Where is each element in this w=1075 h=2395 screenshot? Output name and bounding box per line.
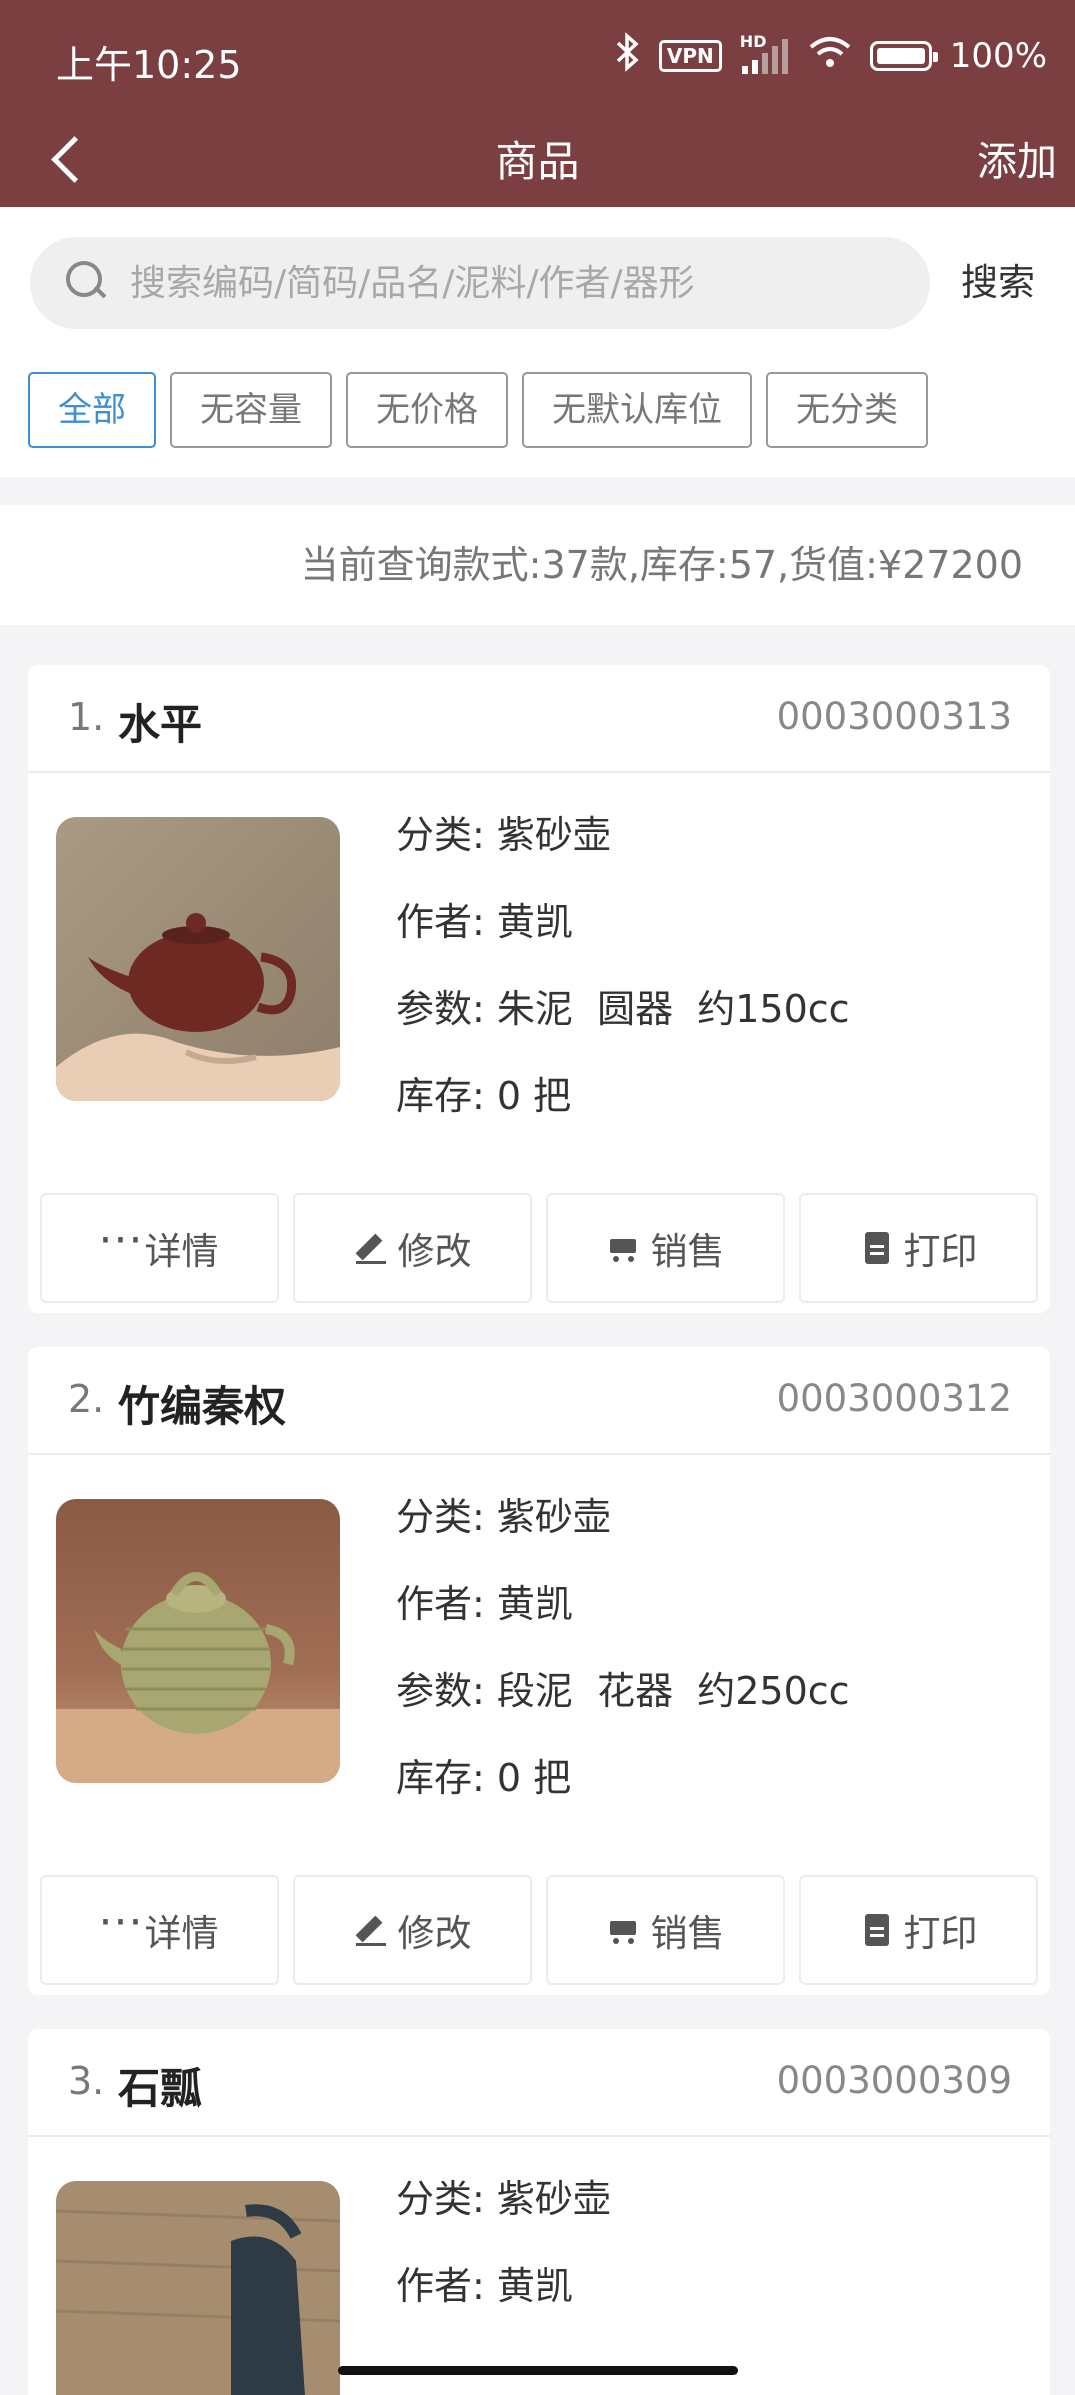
cart-icon — [607, 1231, 641, 1265]
sell-button[interactable]: 销售 — [546, 1875, 785, 1985]
product-name: 竹编秦权 — [118, 1382, 287, 1431]
search-input[interactable] — [130, 237, 920, 329]
product-info: 分类: 紫砂壶 作者: 黄凯 参数: 朱泥 圆器 约150cc 库存: 0 把 — [396, 805, 850, 1153]
battery-level: 100% — [949, 36, 1047, 76]
edit-button[interactable]: 修改 — [293, 1193, 532, 1303]
page-title: 商品 — [495, 137, 580, 186]
print-button[interactable]: 打印 — [799, 1875, 1038, 1985]
product-card[interactable]: 3. 石瓢 0003000309 分类: 紫砂壶 作者: 黄凯 — [28, 2029, 1050, 2395]
card-header: 3. 石瓢 0003000309 — [28, 2029, 1050, 2137]
product-code: 0003000312 — [776, 1377, 1012, 1420]
details-button[interactable]: 详情 — [40, 1875, 279, 1985]
info-category: 分类: 紫砂壶 — [396, 813, 611, 857]
sell-button[interactable]: 销售 — [546, 1193, 785, 1303]
filter-no-category[interactable]: 无分类 — [766, 372, 928, 448]
product-index: 2. — [68, 1377, 105, 1421]
add-button[interactable]: 添加 — [977, 131, 1057, 193]
info-author: 作者: 黄凯 — [396, 900, 573, 944]
more-dots-icon — [99, 1897, 144, 1948]
details-button[interactable]: 详情 — [40, 1193, 279, 1303]
product-name: 石瓢 — [118, 2064, 203, 2113]
info-params: 参数: 朱泥 圆器 约150cc — [396, 987, 850, 1031]
product-index: 3. — [68, 2059, 105, 2103]
search-area: 搜索 全部 无容量 无价格 无默认库位 无分类 — [0, 207, 1075, 477]
vpn-icon: VPN — [658, 40, 722, 72]
search-button[interactable]: 搜索 — [961, 255, 1035, 311]
product-card[interactable]: 1. 水平 0003000313 分类: 紫砂壶 作者: 黄凯 参数: 朱泥 圆… — [28, 665, 1050, 1313]
signal-icon: HD — [740, 32, 790, 76]
card-header: 1. 水平 0003000313 — [28, 665, 1050, 773]
more-dots-icon — [99, 1215, 144, 1266]
product-image[interactable] — [56, 1499, 340, 1783]
status-icons: VPN HD 100% — [615, 31, 1047, 81]
product-info: 分类: 紫砂壶 作者: 黄凯 — [396, 2169, 611, 2343]
wifi-icon — [808, 34, 852, 79]
search-box — [30, 237, 930, 329]
filter-no-price[interactable]: 无价格 — [346, 372, 508, 448]
summary-bar: 当前查询款式:37款,库存:57,货值:¥27200 — [0, 505, 1075, 625]
print-button[interactable]: 打印 — [799, 1193, 1038, 1303]
product-code: 0003000309 — [776, 2059, 1012, 2102]
query-summary: 当前查询款式:37款,库存:57,货值:¥27200 — [300, 543, 1023, 587]
app-header: 上午10:25 VPN HD 100% 商品 添加 — [0, 0, 1075, 207]
product-info: 分类: 紫砂壶 作者: 黄凯 参数: 段泥 花器 约250cc 库存: 0 把 — [396, 1487, 850, 1835]
bluetooth-icon — [615, 31, 641, 81]
cart-icon — [607, 1913, 641, 1947]
card-actions: 详情 修改 销售 打印 — [40, 1875, 1038, 1985]
status-bar: 上午10:25 VPN HD 100% — [0, 0, 1075, 115]
document-icon — [860, 1231, 894, 1265]
filter-chips: 全部 无容量 无价格 无默认库位 无分类 — [28, 372, 928, 448]
filter-no-default-location[interactable]: 无默认库位 — [522, 372, 752, 448]
info-params: 参数: 段泥 花器 约250cc — [396, 1669, 850, 1713]
product-image[interactable] — [56, 2181, 340, 2395]
search-icon — [66, 261, 106, 301]
home-indicator — [338, 2366, 738, 2375]
product-name: 水平 — [118, 700, 203, 749]
card-actions: 详情 修改 销售 打印 — [40, 1193, 1038, 1303]
product-card[interactable]: 2. 竹编秦权 0003000312 分类: 紫砂壶 作者: 黄凯 参数: 段泥… — [28, 1347, 1050, 1995]
document-icon — [860, 1913, 894, 1947]
filter-no-capacity[interactable]: 无容量 — [170, 372, 332, 448]
battery-icon — [869, 41, 938, 71]
nav-bar: 商品 添加 — [0, 115, 1075, 207]
info-category: 分类: 紫砂壶 — [396, 1495, 611, 1539]
product-image[interactable] — [56, 817, 340, 1101]
info-stock: 库存: 0 把 — [396, 1756, 572, 1800]
pencil-icon — [354, 1231, 388, 1265]
info-stock: 库存: 0 把 — [396, 1074, 572, 1118]
info-author: 作者: 黄凯 — [396, 1582, 573, 1626]
info-category: 分类: 紫砂壶 — [396, 2177, 611, 2221]
pencil-icon — [354, 1913, 388, 1947]
product-index: 1. — [68, 695, 105, 739]
status-time: 上午10:25 — [56, 43, 242, 87]
filter-all[interactable]: 全部 — [28, 372, 156, 448]
info-author: 作者: 黄凯 — [396, 2264, 573, 2308]
product-code: 0003000313 — [776, 695, 1012, 738]
card-header: 2. 竹编秦权 0003000312 — [28, 1347, 1050, 1455]
edit-button[interactable]: 修改 — [293, 1875, 532, 1985]
